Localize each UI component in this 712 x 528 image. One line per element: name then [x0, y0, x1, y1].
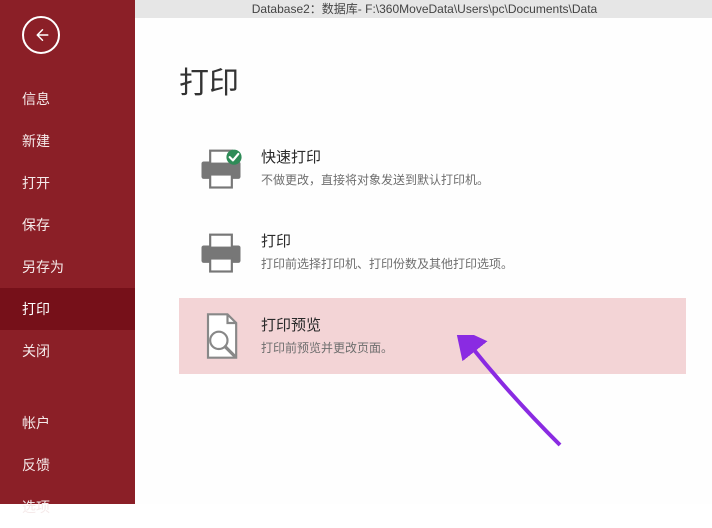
- option-print[interactable]: 打印 打印前选择打印机、打印份数及其他打印选项。: [179, 214, 686, 290]
- title-bar: Database2：数据库- F:\360MoveData\Users\pc\D…: [135, 0, 712, 18]
- option-title: 快速打印: [261, 146, 489, 167]
- option-desc: 打印前预览并更改页面。: [261, 339, 393, 356]
- sidebar-item-label: 关闭: [22, 343, 50, 359]
- option-desc: 不做更改，直接将对象发送到默认打印机。: [261, 171, 489, 188]
- sidebar-item-new[interactable]: 新建: [0, 120, 135, 162]
- window-title: Database2：数据库- F:\360MoveData\Users\pc\D…: [252, 2, 597, 16]
- sidebar-item-label: 信息: [22, 91, 50, 107]
- main-area: Database2：数据库- F:\360MoveData\Users\pc\D…: [135, 0, 712, 504]
- sidebar-item-label: 打开: [22, 175, 50, 191]
- back-button[interactable]: [22, 16, 60, 54]
- page-title: 打印: [179, 58, 686, 102]
- option-title: 打印预览: [261, 314, 393, 335]
- sidebar-item-feedback[interactable]: 反馈: [0, 444, 135, 486]
- sidebar-item-label: 另存为: [22, 259, 64, 275]
- sidebar-item-close[interactable]: 关闭: [0, 330, 135, 372]
- print-icon: [195, 226, 247, 278]
- option-print-preview[interactable]: 打印预览 打印前预览并更改页面。: [179, 298, 686, 374]
- sidebar-item-print[interactable]: 打印: [0, 288, 135, 330]
- sidebar-item-account[interactable]: 帐户: [0, 402, 135, 444]
- option-desc: 打印前选择打印机、打印份数及其他打印选项。: [261, 255, 513, 272]
- sidebar-item-label: 帐户: [22, 415, 50, 431]
- sidebar-item-saveas[interactable]: 另存为: [0, 246, 135, 288]
- print-preview-icon: [195, 310, 247, 362]
- sidebar-item-label: 反馈: [22, 457, 50, 473]
- option-quick-print[interactable]: 快速打印 不做更改，直接将对象发送到默认打印机。: [179, 130, 686, 206]
- sidebar: 信息 新建 打开 保存 另存为 打印 关闭 帐户 反馈 选项: [0, 0, 135, 504]
- quick-print-icon: [195, 142, 247, 194]
- sidebar-item-open[interactable]: 打开: [0, 162, 135, 204]
- sidebar-item-label: 新建: [22, 133, 50, 149]
- back-arrow-icon: [32, 26, 50, 44]
- sidebar-item-label: 保存: [22, 217, 50, 233]
- sidebar-item-label: 打印: [22, 301, 50, 317]
- sidebar-item-save[interactable]: 保存: [0, 204, 135, 246]
- sidebar-spacer: [0, 372, 135, 402]
- sidebar-item-info[interactable]: 信息: [0, 78, 135, 120]
- sidebar-item-label: 选项: [22, 499, 50, 515]
- option-title: 打印: [261, 230, 513, 251]
- sidebar-item-options[interactable]: 选项: [0, 486, 135, 528]
